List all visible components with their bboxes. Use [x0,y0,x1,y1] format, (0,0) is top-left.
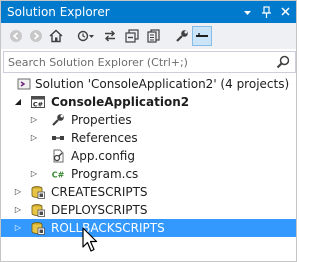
svg-text:C#: C# [52,171,65,180]
solution-icon [17,77,31,91]
home-icon[interactable] [47,27,65,45]
expanded-arrow-icon[interactable]: ◢ [13,93,23,111]
window-title: Solution Explorer [7,5,110,19]
tree-item-label: Program.cs [71,167,139,181]
project-label: ConsoleApplication2 [51,95,190,109]
sync-icon[interactable] [101,27,119,45]
properties-icon[interactable] [173,27,191,45]
config-file-icon [51,149,65,163]
tree-row-rollbackscripts[interactable]: ▷ ROLLBACKSCRIPTS [1,219,296,237]
dropdown-icon[interactable] [241,4,254,20]
database-project-icon [31,185,45,199]
title-bar-icons [241,3,292,21]
references-icon [51,131,65,145]
show-all-files-icon[interactable] [145,27,163,45]
forward-icon[interactable] [27,27,45,45]
tree-item-label: References [71,131,138,145]
tree-row-project[interactable]: ◢ C# ConsoleApplication2 [1,93,296,111]
collapsed-arrow-icon[interactable]: ▷ [13,219,23,237]
collapsed-arrow-icon[interactable]: ▷ [13,201,23,219]
search-icon[interactable] [275,54,291,70]
tree-row-properties[interactable]: ▷ Properties [1,111,296,129]
solution-tree: Solution 'ConsoleApplication2' (4 projec… [1,75,296,237]
pin-icon[interactable] [260,4,273,20]
tree-row-solution[interactable]: Solution 'ConsoleApplication2' (4 projec… [1,75,296,93]
close-icon[interactable] [279,4,292,20]
tree-item-label: App.config [71,149,135,163]
tree-row-program-cs[interactable]: ▷ C# Program.cs [1,165,296,183]
search-input[interactable] [8,52,266,72]
project-label: DEPLOYSCRIPTS [51,203,148,217]
collapse-all-icon[interactable] [123,27,141,45]
wrench-icon [51,113,65,127]
tree-item-label: Properties [71,113,132,127]
database-project-icon [31,203,45,217]
tree-row-app-config[interactable]: App.config [1,147,296,165]
solution-label: Solution 'ConsoleApplication2' (4 projec… [35,77,290,91]
collapsed-arrow-icon[interactable]: ▷ [29,129,39,147]
tree-row-references[interactable]: ▷ References [1,129,296,147]
preview-icon[interactable] [192,26,212,46]
csharp-project-icon: C# [31,95,45,109]
tree-row-createscripts[interactable]: ▷ CREATESCRIPTS [1,183,296,201]
project-label: ROLLBACKSCRIPTS [51,221,165,235]
solution-explorer-window: Solution Explorer Search Solution Explor… [0,0,297,262]
tree-row-deployscripts[interactable]: ▷ DEPLOYSCRIPTS [1,201,296,219]
database-project-icon [31,221,45,235]
svg-text:C#: C# [33,101,43,109]
back-icon[interactable] [7,27,25,45]
project-label: CREATESCRIPTS [51,185,148,199]
pending-changes-icon[interactable] [77,27,95,45]
search-box [3,51,296,73]
collapsed-arrow-icon[interactable]: ▷ [29,165,39,183]
collapsed-arrow-icon[interactable]: ▷ [13,183,23,201]
title-bar: Solution Explorer [1,1,296,23]
toolbar [1,23,296,49]
csharp-file-icon: C# [51,167,65,181]
collapsed-arrow-icon[interactable]: ▷ [29,111,39,129]
mouse-cursor-icon [82,227,100,255]
